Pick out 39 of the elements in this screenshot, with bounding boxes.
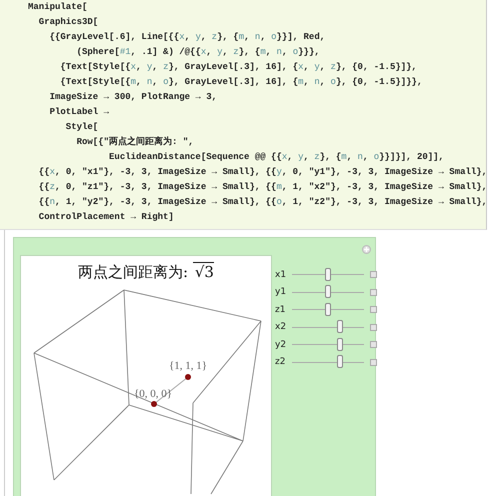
point-dot [151,401,157,407]
point-label: {1, 1, 1} [169,360,208,372]
code-line: Graphics3D[ [38,16,100,29]
code-line: ImageSize → 300, PlotRange → 3, [48,91,218,104]
slider-thumb[interactable] [337,338,344,351]
plot-title: 两点之间距离为: √3 [78,263,214,282]
slider-thumb[interactable] [337,320,344,334]
code-line: ControlPlacement → Right] [38,211,175,224]
slider-thumb[interactable] [325,302,331,316]
slider-thumb[interactable] [325,268,331,281]
slider-thumb[interactable] [325,285,331,298]
slider-thumb[interactable] [337,355,344,368]
code-line: (Sphere[#1, .1] &) /@{{x, y, z}, {m, n, o}}}, [76,46,321,59]
slider-label: y2 [275,340,288,350]
code-line: {{z, 0, "z1"}, -3, 3, ImageSize → Small}, {{m, 1, "x2"}, -3, 3, ImageSize → Small}, [38,181,486,194]
code-line: {{n, 1, "y2"}, -3, 3, ImageSize → Small}, {{o, 1, "z2"}, -3, 3, ImageSize → Small}, [38,196,486,209]
code-line: {Text[Style[{x, y, z}, GrayLevel[.3], 16], {x, y, z}, {0, -1.5}]}, [59,61,418,74]
expand-toggle[interactable] [370,358,377,366]
code-line: EuclideanDistance[Sequence @@ {{x, y, z}, {m, n, o}}]}], 20]], [108,151,445,164]
code-cell[interactable] [0,0,487,230]
code-line: Manipulate[ [28,1,88,14]
slider-label: x2 [275,322,288,332]
expand-toggle[interactable] [370,324,377,331]
expand-toggle[interactable] [370,306,377,314]
code-line: Row[{"两点之间距离为: ", [76,135,195,149]
code-line: Style[ [64,121,100,134]
code-line: PlotLabel → [48,106,110,119]
slider-label: x1 [275,270,288,280]
code-line: {{GrayLevel[.6], Line[{{x, y, z}, {m, n, o}}], Red, [48,31,326,44]
slider-label: z1 [275,304,286,315]
expand-toggle[interactable] [370,341,377,348]
expand-toggle[interactable] [370,271,377,278]
slider-label: z2 [275,357,286,368]
slider-label: y1 [275,287,288,298]
code-line: {{x, 0, "x1"}, -3, 3, ImageSize → Small}, {{y, 0, "y1"}, -3, 3, ImageSize → Small}, [38,166,486,179]
expand-toggle[interactable] [370,288,377,296]
code-line: {Text[Style[{m, n, o}, GrayLevel[.3], 16], {m, n, o}, {0, -1.5}]}}, [59,76,424,89]
point-dot [185,374,191,380]
add-icon[interactable] [362,245,371,254]
